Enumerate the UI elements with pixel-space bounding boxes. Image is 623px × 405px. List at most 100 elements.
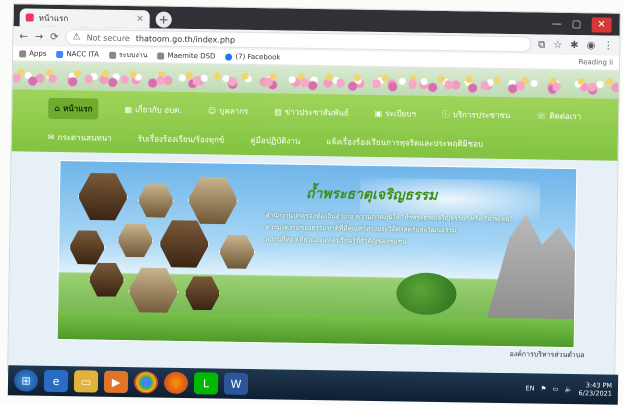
menu-label: ติดต่อเรา bbox=[549, 111, 582, 122]
bookmark-system[interactable]: ระบบงาน bbox=[108, 49, 148, 61]
cave-photo-hex bbox=[219, 234, 256, 271]
phone-icon: ☏ bbox=[536, 111, 547, 121]
org-caption: องค์การบริหารส่วนตำบล bbox=[509, 350, 585, 360]
cave-photo-hex bbox=[78, 171, 129, 222]
menu-label: แจ้งเรื่องร้องเรียนการทุจริตและประพฤติมิ… bbox=[326, 137, 484, 149]
menu-home[interactable]: ⌂ หน้าแรก bbox=[48, 97, 99, 120]
bookmark-label: Apps bbox=[29, 49, 47, 58]
nacc-icon bbox=[56, 50, 64, 58]
building-icon: ▦ bbox=[124, 105, 133, 115]
news-icon: ▤ bbox=[274, 107, 282, 117]
close-window-icon[interactable]: ✕ bbox=[591, 16, 612, 33]
active-tab[interactable]: หน้าแรก × bbox=[19, 8, 150, 29]
extensions-icon[interactable]: ✱ bbox=[570, 40, 579, 51]
menu-label: กระดานสนทนา bbox=[57, 132, 112, 143]
menu-label: เกี่ยวกับ อบต. bbox=[135, 105, 183, 115]
home-icon: ⌂ bbox=[54, 103, 61, 113]
chrome-icon[interactable] bbox=[133, 371, 159, 394]
forward-icon[interactable]: → bbox=[35, 31, 44, 42]
globe-icon bbox=[108, 51, 117, 59]
cave-photo-hex bbox=[184, 275, 221, 312]
new-tab-button[interactable]: + bbox=[155, 11, 172, 28]
bookmark-apps[interactable]: Apps bbox=[19, 49, 47, 58]
tree-decoration bbox=[396, 272, 457, 316]
banner-title: ถ้ำพระธาตุเจริญธรรม bbox=[305, 185, 438, 204]
url-text: thatoom.go.th/index.php bbox=[135, 33, 236, 45]
page-content: ⌂ หน้าแรก ▦ เกี่ยวกับ อบต. ☺ บุคลากร ▤ ข่าวป… bbox=[8, 61, 619, 382]
banner-line-3: สถานที่ท่องเที่ยวและแหล่งเรียนรู้ที่สำคั… bbox=[265, 235, 407, 246]
tab-title: หน้าแรก bbox=[38, 13, 69, 23]
cave-photo-hex bbox=[128, 266, 179, 317]
firefox-icon[interactable] bbox=[163, 371, 189, 395]
bookmark-facebook[interactable]: (7) Facebook bbox=[225, 52, 281, 62]
menu-row-2: ✉ กระดานสนทนา รับเรื่องร้องเรียน/ร้องทุกข… bbox=[48, 131, 598, 153]
line-app-icon[interactable]: L bbox=[193, 372, 219, 395]
info-icon: ⓘ bbox=[441, 109, 450, 120]
bookmark-label: (7) Facebook bbox=[235, 52, 281, 62]
menu-manual[interactable]: คู่มือปฏิบัติงาน bbox=[250, 134, 300, 148]
menu-complaints[interactable]: รับเรื่องร้องเรียน/ร้องทุกข์ bbox=[138, 132, 225, 146]
menu-label: ระเบียบฯ bbox=[385, 109, 416, 119]
back-icon[interactable]: ← bbox=[19, 31, 28, 42]
menu-label: บริการประชาชน bbox=[452, 110, 511, 121]
folder-icon[interactable]: ▭ bbox=[73, 370, 99, 393]
clock-date: 6/23/2021 bbox=[578, 389, 612, 398]
menu-staff[interactable]: ☺ บุคลากร bbox=[208, 104, 249, 118]
star-icon[interactable]: ☆ bbox=[553, 39, 562, 50]
window-controls: — ▢ ✕ bbox=[552, 13, 620, 36]
reload-icon[interactable]: ⟳ bbox=[50, 31, 59, 42]
menu-label: คู่มือปฏิบัติงาน bbox=[250, 135, 301, 146]
reading-list[interactable]: Reading li bbox=[578, 58, 613, 67]
cave-photo-hex bbox=[159, 219, 210, 270]
bookmark-nacc[interactable]: NACC ITA bbox=[56, 50, 99, 59]
toolbar-actions: ⧉ ☆ ✱ ◉ ⋮ bbox=[538, 39, 613, 51]
menu-label: บุคลากร bbox=[219, 106, 249, 116]
translate-icon[interactable]: ⧉ bbox=[538, 39, 545, 50]
browser-window: หน้าแรก × + — ▢ ✕ ← → ⟳ ⚠ Not secure tha… bbox=[7, 3, 621, 382]
menu-news[interactable]: ▤ ข่าวประชาสัมพันธ์ bbox=[274, 105, 349, 119]
warning-icon[interactable]: ⚠ bbox=[73, 32, 81, 42]
internet-explorer-icon[interactable]: e bbox=[43, 369, 69, 393]
bookmark-label: NACC ITA bbox=[66, 50, 100, 59]
facebook-icon bbox=[225, 53, 233, 61]
cave-photo-hex bbox=[69, 229, 106, 266]
menu-forum[interactable]: ✉ กระดานสนทนา bbox=[48, 131, 112, 145]
menu-label: หน้าแรก bbox=[62, 104, 93, 114]
document-icon: ▣ bbox=[374, 108, 383, 119]
language-indicator[interactable]: EN bbox=[526, 384, 535, 392]
menu-services[interactable]: ⓘ บริการประชาชน bbox=[442, 108, 511, 122]
cave-photo-hex bbox=[88, 261, 125, 298]
main-menu: ⌂ หน้าแรก ▦ เกี่ยวกับ อบต. ☺ บุคลากร ▤ ข่าวป… bbox=[11, 89, 619, 161]
maximize-icon[interactable]: ▢ bbox=[572, 19, 582, 30]
media-player-icon[interactable]: ▶ bbox=[103, 370, 129, 394]
cave-photo-hex bbox=[117, 222, 154, 259]
menu-contact[interactable]: ☏ ติดต่อเรา bbox=[536, 109, 581, 123]
menu-icon[interactable]: ⋮ bbox=[603, 40, 613, 51]
system-tray: EN ⚑ ▭ 🔈 3:43 PM 6/23/2021 bbox=[525, 380, 613, 398]
flag-icon[interactable]: ⚑ bbox=[540, 385, 546, 393]
favicon-icon bbox=[25, 13, 34, 22]
apps-icon bbox=[19, 49, 27, 57]
word-icon[interactable]: W bbox=[223, 372, 249, 395]
hero-banner: ถ้ำพระธาตุเจริญธรรม สำนักงานปกครองท้องถิ… bbox=[56, 159, 578, 349]
menu-row-1: ⌂ หน้าแรก ▦ เกี่ยวกับ อบต. ☺ บุคลากร ▤ ข่าวป… bbox=[48, 97, 598, 128]
banner-line-2: ความงดงามของธรรมชาติที่มีคุณค่าทางประวัต… bbox=[265, 223, 457, 235]
minimize-icon[interactable]: — bbox=[552, 18, 562, 29]
bookmark-label: ระบบงาน bbox=[118, 50, 148, 59]
menu-label: รับเรื่องร้องเรียน/ร้องทุกข์ bbox=[137, 134, 225, 145]
menu-label: ข่าวประชาสัมพันธ์ bbox=[284, 107, 349, 118]
profile-icon[interactable]: ◉ bbox=[587, 40, 596, 51]
start-button[interactable]: ⊞ bbox=[13, 369, 39, 392]
globe-icon bbox=[157, 52, 165, 60]
menu-corruption-report[interactable]: แจ้งเรื่องร้องเรียนการทุจริตและประพฤติมิ… bbox=[326, 135, 483, 150]
cave-photo-hex bbox=[138, 182, 175, 219]
menu-regulations[interactable]: ▣ ระเบียบฯ bbox=[375, 107, 416, 121]
clock[interactable]: 3:43 PM 6/23/2021 bbox=[578, 381, 612, 398]
people-icon: ☺ bbox=[207, 106, 217, 116]
tab-close-icon[interactable]: × bbox=[136, 14, 144, 24]
volume-icon[interactable]: 🔈 bbox=[564, 385, 572, 393]
menu-about[interactable]: ▦ เกี่ยวกับ อบต. bbox=[124, 103, 182, 117]
security-label: Not secure bbox=[86, 32, 130, 43]
network-icon[interactable]: ▭ bbox=[552, 385, 558, 393]
bookmark-maemite[interactable]: Maemite DSD bbox=[157, 52, 215, 60]
